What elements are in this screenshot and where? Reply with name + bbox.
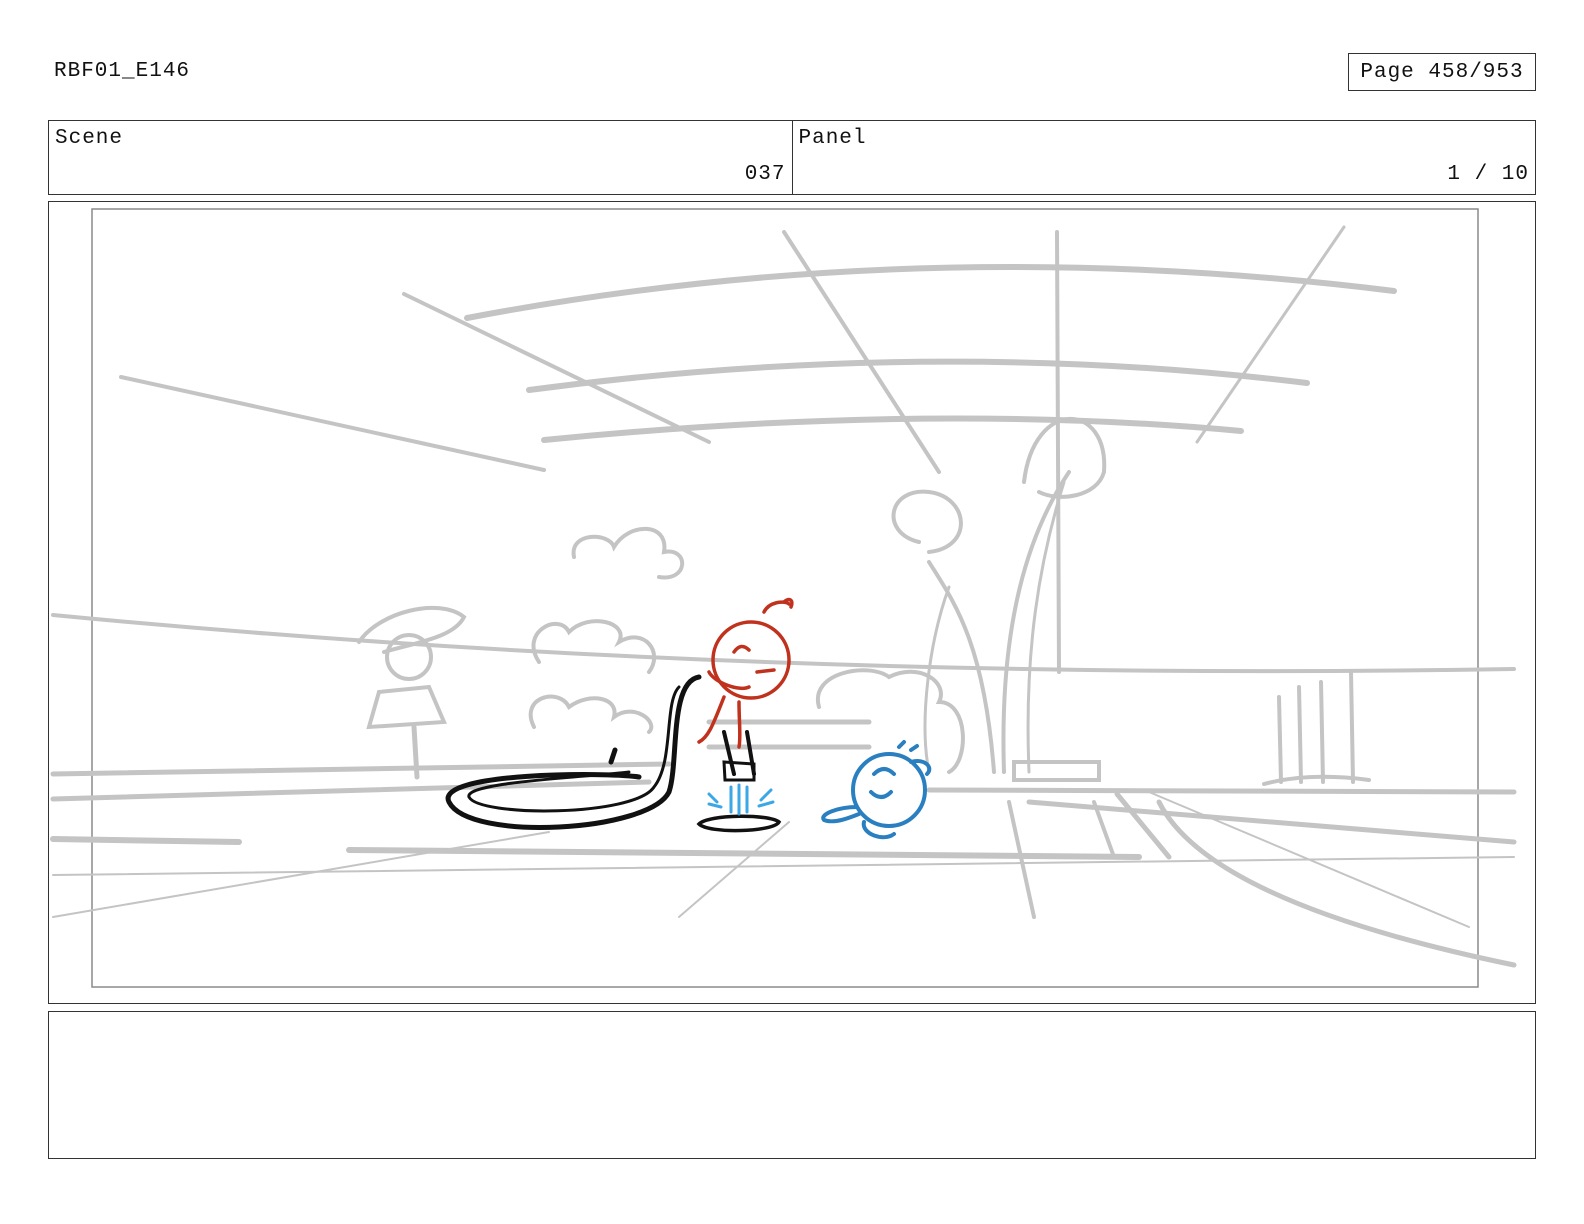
hose-and-fountain — [445, 674, 782, 833]
water-splash — [707, 783, 775, 816]
blue-character — [821, 740, 932, 840]
panel-notes — [48, 1011, 1536, 1159]
scene-label: Scene — [55, 127, 124, 150]
scene-panel-info: Scene 037 Panel 1 / 10 — [48, 120, 1536, 195]
safe-area-frame — [91, 208, 1479, 988]
storyboard-sketch — [50, 208, 1517, 988]
document-id: RBF01_E146 — [54, 60, 191, 83]
scene-number: 037 — [744, 163, 786, 186]
page-counter: Page 458/953 — [1348, 53, 1536, 91]
panel-label: Panel — [798, 127, 867, 150]
storyboard-panel — [48, 201, 1536, 1004]
background-sketch — [50, 225, 1517, 968]
scene-cell: Scene 037 — [49, 121, 792, 194]
panel-cell: Panel 1 / 10 — [791, 121, 1536, 194]
panel-number: 1 / 10 — [1447, 163, 1529, 186]
red-character — [697, 597, 794, 749]
